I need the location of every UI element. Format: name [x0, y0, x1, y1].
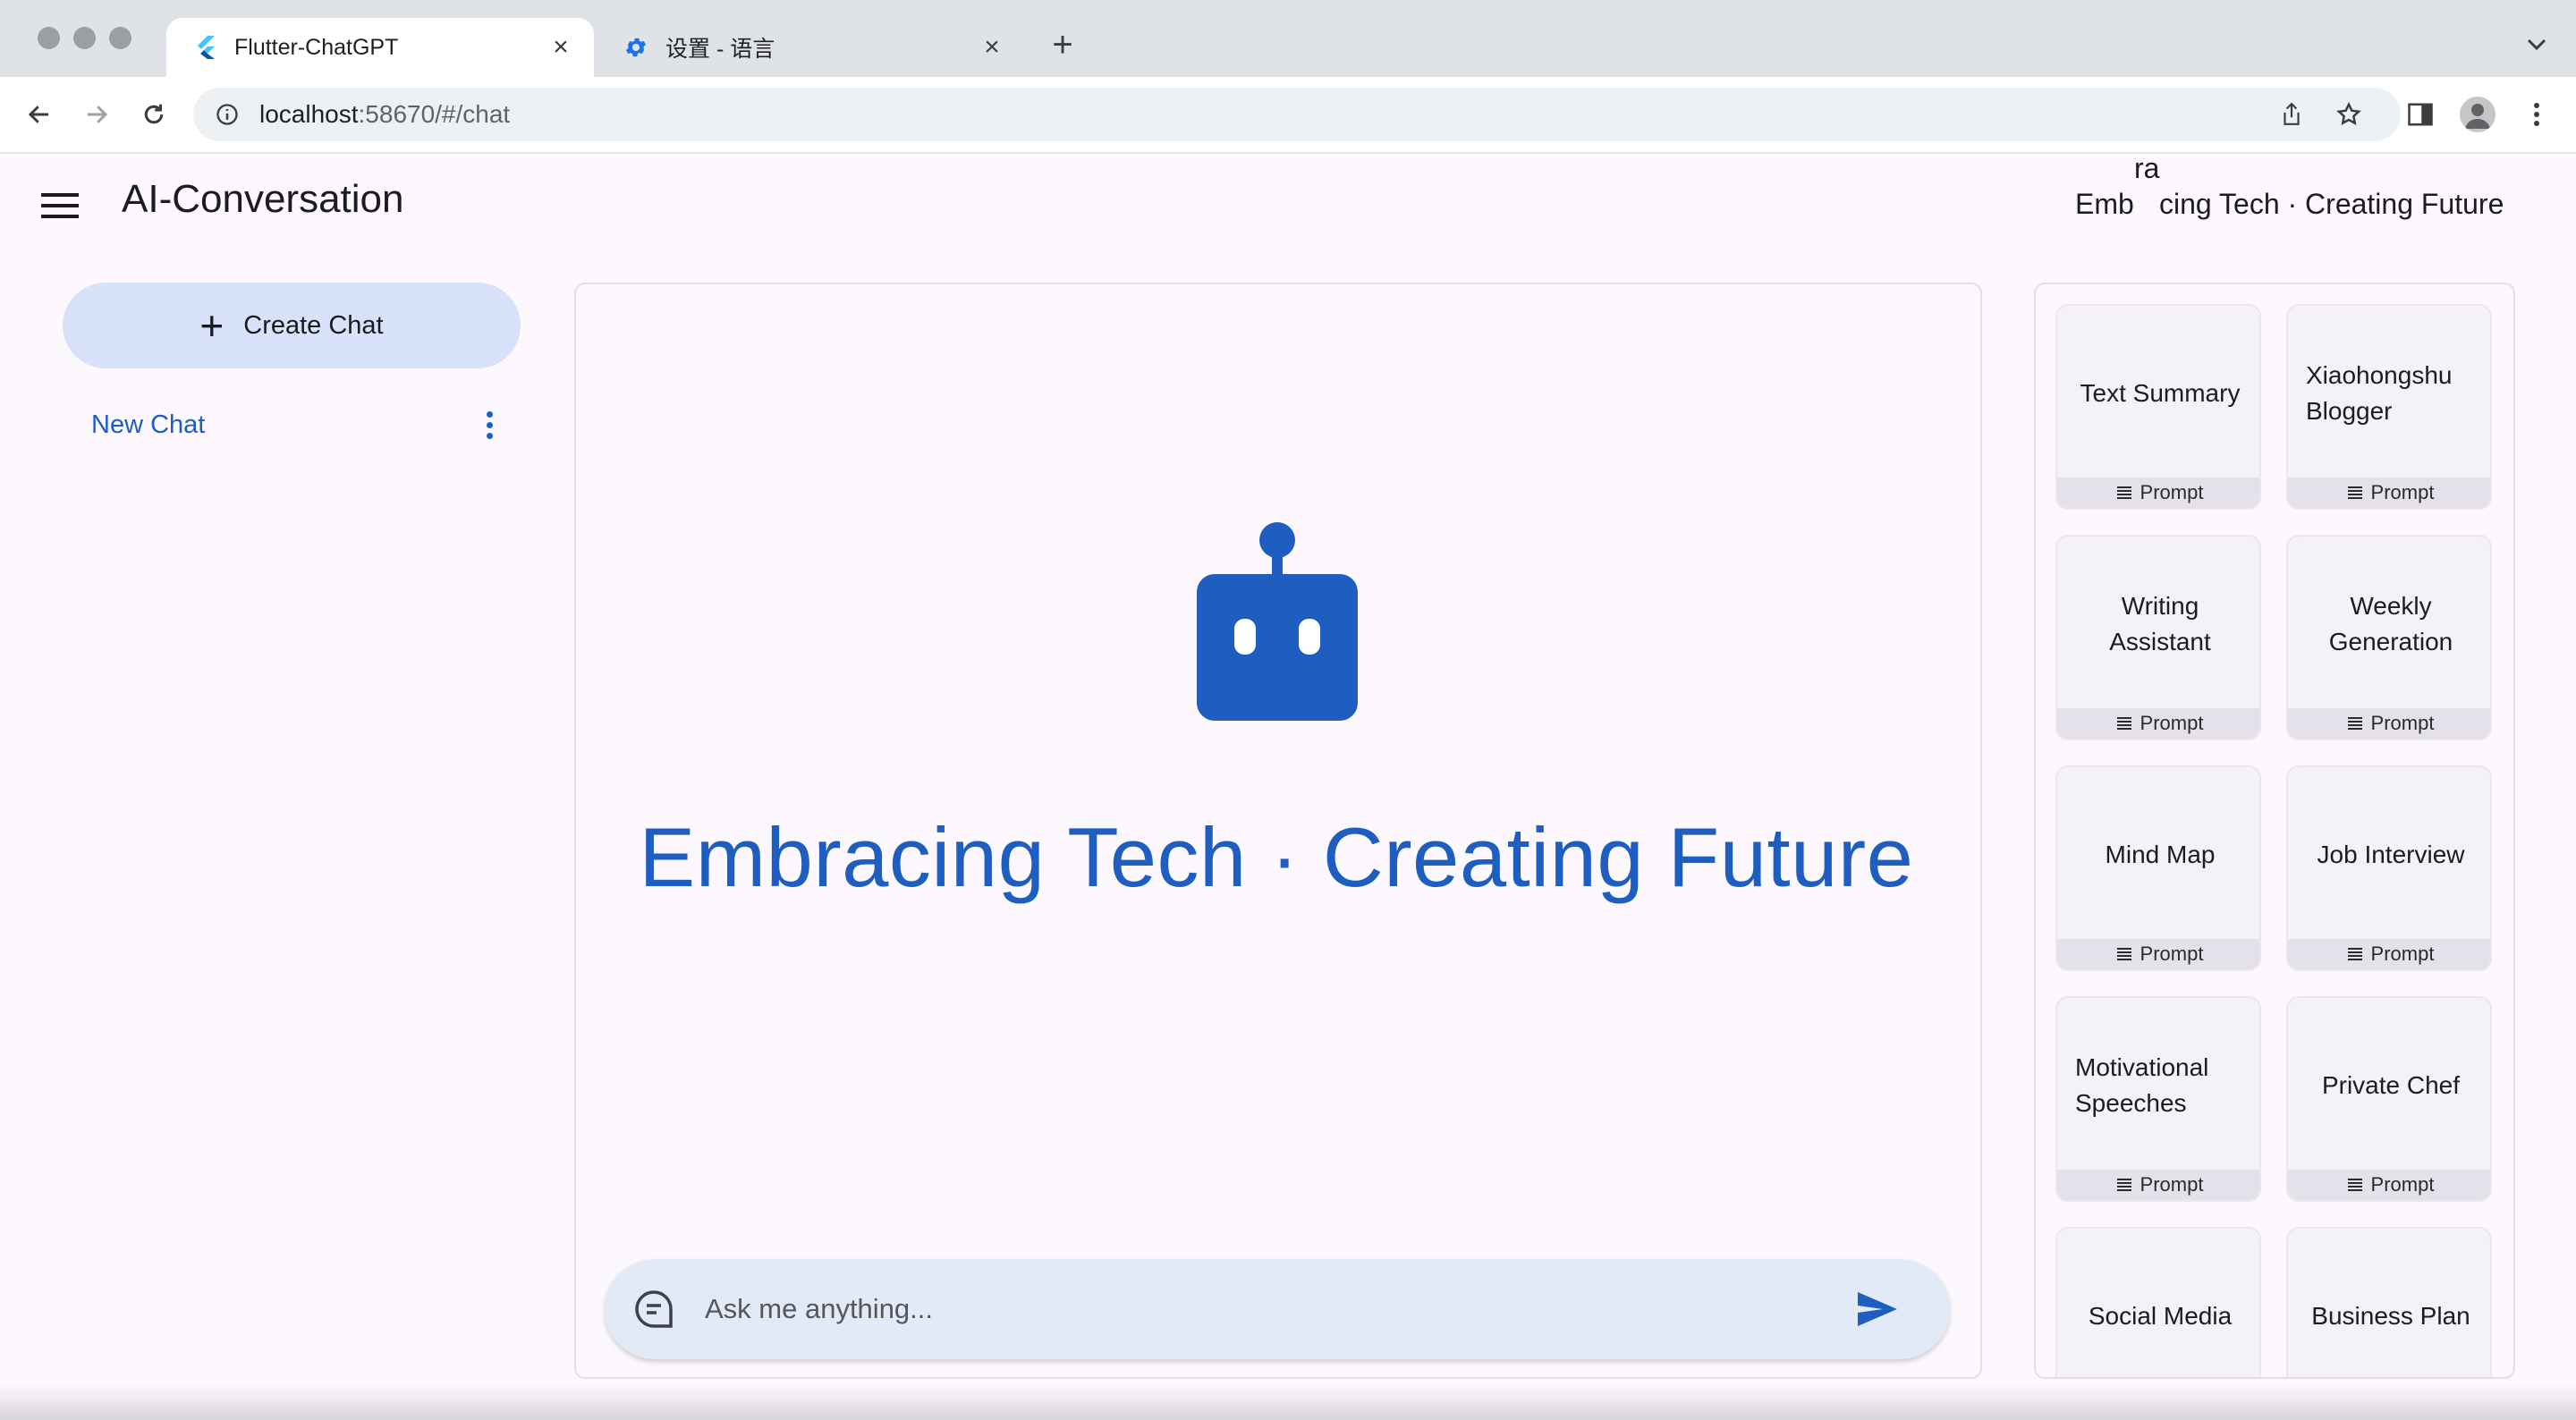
tab-title: Flutter-ChatGPT — [234, 34, 399, 60]
hero-slogan: Embracing Tech · Creating Future — [639, 810, 1914, 904]
window-bottom-edge — [0, 1384, 2576, 1420]
tab-title: 设置 - 语言 — [665, 37, 775, 62]
prompt-tag: Prompt — [2057, 708, 2259, 739]
prompt-card-motivational-speeches[interactable]: Motivational Speeches Prompt — [2055, 996, 2261, 1202]
browser-toolbar: localhost:58670/#/chat — [0, 77, 2576, 154]
prompt-card-title: Writing Assistant — [2109, 592, 2211, 655]
header-slogan: ra Emb cing Tech · Creating Future — [2075, 152, 2504, 220]
prompt-card-social-media[interactable]: Social Media Prompt — [2055, 1227, 2261, 1377]
more-vert-icon[interactable] — [476, 403, 503, 446]
url-text: localhost:58670/#/chat — [259, 100, 511, 128]
prompt-tag: Prompt — [2057, 1170, 2259, 1200]
profile-avatar-icon[interactable] — [2460, 97, 2496, 132]
chat-input-bar[interactable] — [605, 1259, 1950, 1359]
prompt-card-title: Private Chef — [2321, 1071, 2461, 1099]
bookmark-star-icon[interactable] — [2331, 97, 2367, 132]
browser-tab-bar: Flutter-ChatGPT × 设置 - 语言 × + — [0, 0, 2576, 77]
reload-icon[interactable] — [136, 97, 172, 132]
robot-icon — [1197, 520, 1358, 721]
prompt-panel: Text Summary Prompt Xiaohongshu Blogger … — [2034, 283, 2515, 1379]
flutter-icon — [191, 34, 218, 61]
prompt-tag: Prompt — [2057, 478, 2259, 508]
prompt-card-title: Job Interview — [2317, 841, 2465, 868]
settings-gear-icon — [623, 34, 649, 61]
prompt-tag: Prompt — [2288, 478, 2490, 508]
prompt-card-title: Weekly Generation — [2328, 592, 2453, 655]
prompt-tag: Prompt — [2288, 939, 2490, 969]
create-chat-button[interactable]: + Create Chat — [63, 283, 521, 368]
prompt-card-writing-assistant[interactable]: Writing Assistant Prompt — [2055, 535, 2261, 740]
prompt-card-xiaohongshu-blogger[interactable]: Xiaohongshu Blogger Prompt — [2286, 304, 2492, 510]
window-close-dot[interactable] — [38, 27, 60, 49]
prompt-card-text-summary[interactable]: Text Summary Prompt — [2055, 304, 2261, 510]
share-icon[interactable] — [2274, 97, 2309, 132]
address-bar[interactable]: localhost:58670/#/chat — [193, 88, 2401, 141]
chat-list-item[interactable]: New Chat — [63, 393, 521, 456]
prompt-card-title: Social Media — [2088, 1302, 2233, 1330]
menu-icon[interactable] — [39, 188, 80, 224]
browser-menu-icon[interactable] — [2519, 97, 2555, 132]
prompt-card-weekly-generation[interactable]: Weekly Generation Prompt — [2286, 535, 2492, 740]
prompt-card-title: Text Summary — [2080, 379, 2241, 407]
prompt-card-mind-map[interactable]: Mind Map Prompt — [2055, 765, 2261, 971]
app-title: AI-Conversation — [122, 177, 404, 221]
notes-icon — [2116, 1179, 2131, 1191]
prompt-tag: Prompt — [2288, 1170, 2490, 1200]
prompt-card-title: Xiaohongshu Blogger — [2306, 361, 2453, 425]
prompt-tag: Prompt — [2288, 708, 2490, 739]
notes-icon — [2116, 717, 2131, 730]
notes-icon — [2347, 1179, 2362, 1191]
send-icon[interactable] — [1855, 1287, 1900, 1331]
prompt-card-business-plan[interactable]: Business Plan Prompt — [2286, 1227, 2492, 1377]
browser-tab-settings[interactable]: 设置 - 语言 × — [597, 18, 1025, 77]
side-panel-icon[interactable] — [2402, 97, 2438, 132]
forward-arrow-icon[interactable] — [79, 97, 114, 132]
plus-icon: + — [199, 302, 225, 349]
prompt-card-title: Business Plan — [2311, 1302, 2470, 1330]
chat-bubble-icon — [633, 1289, 674, 1330]
browser-tab-flutter-chatgpt[interactable]: Flutter-ChatGPT × — [166, 18, 594, 77]
window-minimize-dot[interactable] — [73, 27, 96, 49]
prompt-tag: Prompt — [2057, 939, 2259, 969]
close-icon[interactable]: × — [546, 32, 576, 63]
notes-icon — [2116, 948, 2131, 960]
message-input[interactable] — [703, 1292, 1855, 1326]
create-chat-label: Create Chat — [243, 310, 384, 340]
notes-icon — [2347, 717, 2362, 730]
prompt-card-title: Motivational Speeches — [2075, 1053, 2209, 1117]
notes-icon — [2347, 486, 2362, 499]
chat-item-label: New Chat — [91, 410, 206, 439]
tab-search-chevron-icon[interactable] — [2519, 27, 2555, 63]
prompt-card-private-chef[interactable]: Private Chef Prompt — [2286, 996, 2492, 1202]
new-tab-plus-icon[interactable]: + — [1043, 25, 1082, 64]
back-arrow-icon[interactable] — [21, 97, 57, 132]
notes-icon — [2116, 486, 2131, 499]
prompt-card-job-interview[interactable]: Job Interview Prompt — [2286, 765, 2492, 971]
notes-icon — [2347, 948, 2362, 960]
site-info-icon[interactable] — [209, 97, 245, 132]
prompt-card-title: Mind Map — [2105, 841, 2216, 868]
window-zoom-dot[interactable] — [109, 27, 131, 49]
close-icon[interactable]: × — [977, 32, 1007, 63]
